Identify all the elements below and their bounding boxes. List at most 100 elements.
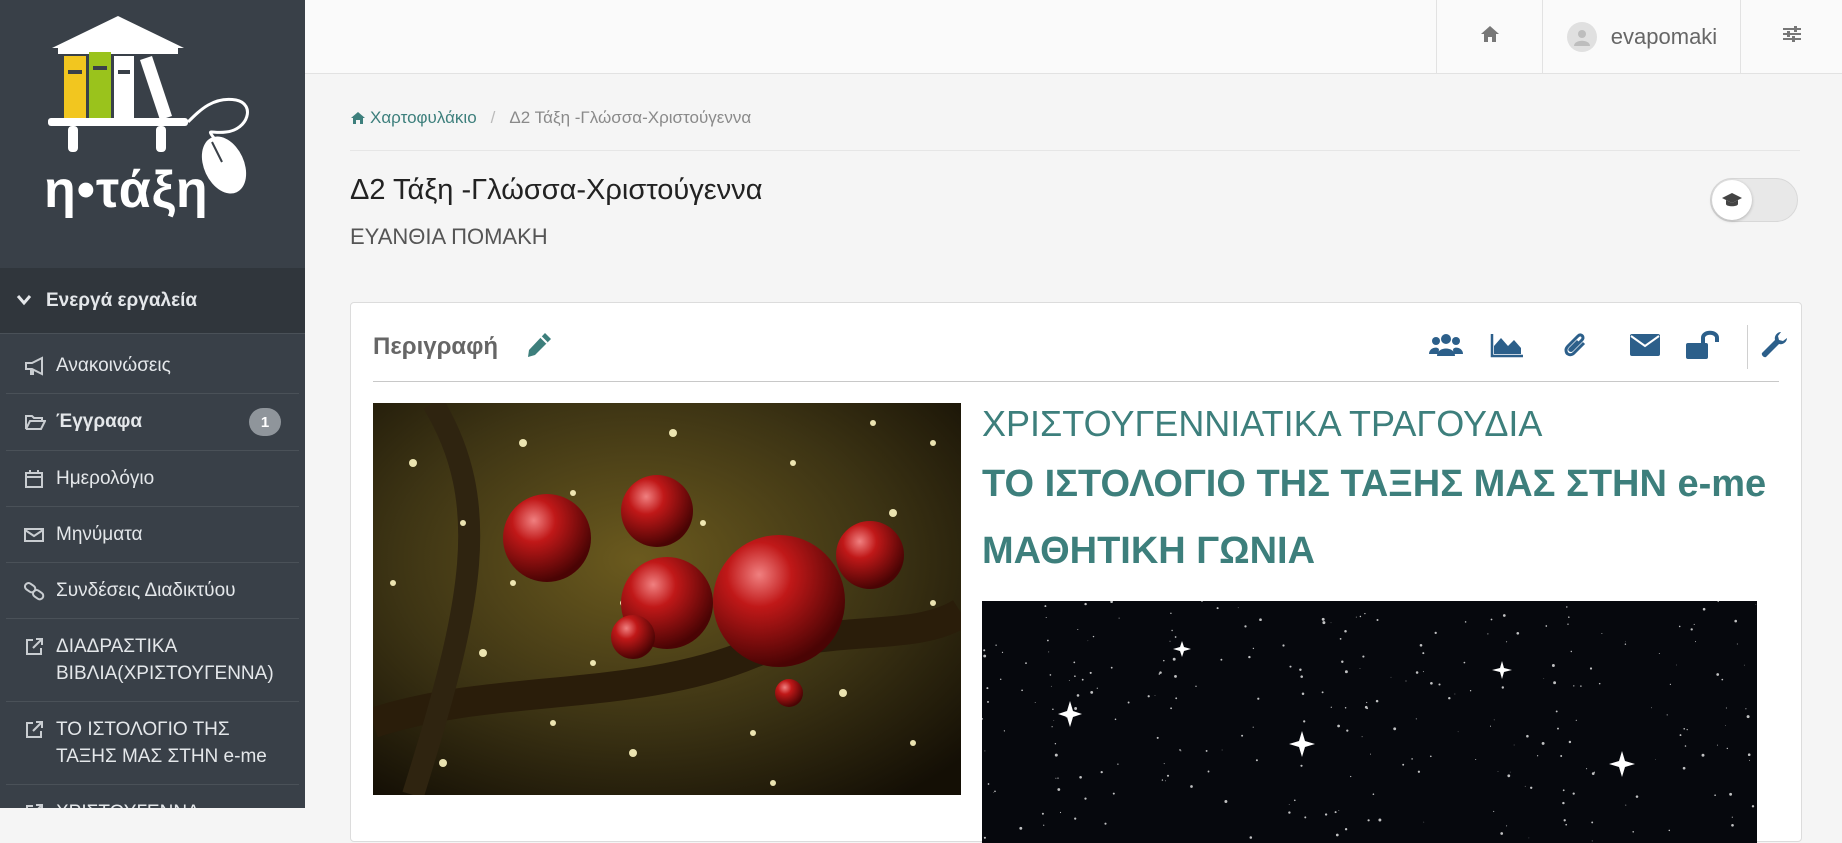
- statistics-button[interactable]: [1487, 327, 1527, 367]
- student-view-toggle[interactable]: [1710, 178, 1798, 222]
- star-dot: [1469, 690, 1472, 692]
- calendar-icon: [24, 465, 56, 492]
- sidebar-item-messages[interactable]: Μηνύματα: [6, 507, 299, 563]
- star-dot: [1743, 664, 1745, 666]
- external-link-icon: [24, 799, 56, 808]
- star-dot: [994, 790, 996, 793]
- home-button[interactable]: [1436, 0, 1543, 73]
- star-dot: [1335, 833, 1339, 837]
- star-dot: [1043, 824, 1045, 826]
- user-menu-button[interactable]: evapomaki: [1542, 0, 1741, 73]
- star-dot: [1679, 734, 1682, 737]
- star-dot: [1100, 770, 1103, 774]
- sidebar-item-calendar[interactable]: Ημερολόγιο: [6, 451, 299, 507]
- star-dot: [1221, 749, 1223, 751]
- sidebar-item-label: Έγγραφα: [56, 411, 143, 432]
- star-dot: [1364, 612, 1366, 615]
- toolbar-divider: [1747, 325, 1748, 369]
- star-dot: [1054, 753, 1058, 757]
- star-dot: [1299, 668, 1302, 672]
- star-dot: [1053, 720, 1055, 722]
- star-dot: [1057, 777, 1059, 779]
- star-dot: [983, 836, 986, 839]
- sidebar-item-class-blog[interactable]: ΤΟ ΙΣΤΟΛΟΓΙΟ ΤΗΣ ΤΑΞΗΣ ΜΑΣ ΣΤΗΝ e-me: [6, 702, 299, 785]
- star-dot: [1666, 714, 1668, 716]
- star-dot: [1259, 618, 1262, 622]
- star-dot: [1372, 793, 1375, 795]
- star-dot: [1366, 701, 1368, 704]
- star-dot: [993, 792, 995, 793]
- star-dot: [1513, 744, 1515, 746]
- star-dot: [1694, 641, 1697, 643]
- star-dot: [1169, 640, 1171, 642]
- star-dot: [1562, 801, 1565, 805]
- logo-graphic: [48, 16, 249, 194]
- star-dot: [1567, 623, 1569, 625]
- paperclip-icon: [1562, 331, 1590, 364]
- edit-description-button[interactable]: [525, 331, 553, 364]
- sidebar-item-interactive-books[interactable]: ΔΙΑΔΡΑΣΤΙΚΑ ΒΙΒΛΙΑ(ΧΡΙΣΤΟΥΓΕΝΝΑ): [6, 619, 299, 702]
- star-dot: [1557, 727, 1559, 730]
- star-dot: [1635, 795, 1639, 798]
- star-dot: [1367, 819, 1370, 822]
- star-dot: [1163, 659, 1165, 662]
- logo[interactable]: η•τάξη: [0, 0, 305, 268]
- star-dot: [1158, 673, 1161, 675]
- star-dot: [1429, 755, 1432, 758]
- star-dot: [1174, 674, 1177, 678]
- starry-sky-image: [982, 601, 1757, 843]
- sidebar-item-christmas[interactable]: ΧΡΙΣΤΟΥΓΕΝΝΑ-: [6, 785, 299, 808]
- home-icon: [1480, 25, 1500, 48]
- tools-button[interactable]: [1754, 327, 1794, 367]
- active-tools-toggle[interactable]: Ενεργά εργαλεία: [0, 268, 305, 334]
- star-dot: [1034, 701, 1036, 703]
- star-dot: [1079, 775, 1082, 779]
- star-dot: [1096, 687, 1098, 689]
- star-dot: [1378, 818, 1382, 822]
- star-dot: [1180, 750, 1182, 752]
- star-dot: [1731, 816, 1733, 818]
- star-dot: [1195, 685, 1197, 687]
- star-dot: [1746, 715, 1750, 719]
- star-dot: [1301, 692, 1305, 696]
- star-dot: [1220, 658, 1223, 661]
- star-dot: [1092, 635, 1095, 638]
- star-dot: [1021, 689, 1023, 692]
- star-dot: [1054, 743, 1057, 745]
- star-dot: [1163, 763, 1165, 765]
- sidebar-item-web-links[interactable]: Συνδέσεις Διαδικτύου: [6, 563, 299, 619]
- star-dot: [1362, 655, 1365, 658]
- star-dot: [1147, 695, 1150, 698]
- star-dot: [1344, 670, 1348, 674]
- star-dot: [1551, 664, 1555, 667]
- sidebar-item-announcements[interactable]: Ανακοινώσεις: [6, 338, 299, 394]
- sidebar-item-label: Ανακοινώσεις: [56, 355, 171, 376]
- star-dot: [1190, 785, 1193, 788]
- area-chart-icon: [1490, 332, 1524, 363]
- sidebar-item-documents[interactable]: Έγγραφα 1: [6, 394, 299, 451]
- breadcrumb-root-link[interactable]: Χαρτοφυλάκιο: [350, 108, 477, 128]
- star-dot: [1322, 621, 1326, 625]
- star-dot: [1690, 628, 1693, 631]
- star-dot: [1575, 719, 1577, 721]
- access-button[interactable]: [1683, 327, 1723, 367]
- star-dot: [1601, 633, 1603, 634]
- star-dot: [1293, 799, 1296, 802]
- star-dot: [1041, 812, 1044, 815]
- star-dot: [1172, 657, 1176, 661]
- star-dot: [1411, 758, 1413, 760]
- settings-button[interactable]: [1740, 0, 1842, 73]
- star-dot: [1288, 811, 1291, 814]
- star-dot: [1751, 805, 1755, 808]
- megaphone-icon: [24, 352, 56, 379]
- star-dot: [1668, 829, 1671, 832]
- star-dot: [1055, 777, 1057, 779]
- email-button[interactable]: [1625, 327, 1665, 367]
- star-dot: [1025, 662, 1027, 664]
- star-dot: [1415, 671, 1419, 674]
- star-dot: [1448, 696, 1451, 700]
- heading-class-blog[interactable]: ΤΟ ΙΣΤΟΛΟΓΙΟ ΤΗΣ ΤΑΞΗΣ ΜΑΣ ΣΤΗΝ e-me: [982, 451, 1782, 518]
- attachments-button[interactable]: [1556, 327, 1596, 367]
- star-dot: [1591, 772, 1595, 775]
- users-button[interactable]: [1426, 327, 1466, 367]
